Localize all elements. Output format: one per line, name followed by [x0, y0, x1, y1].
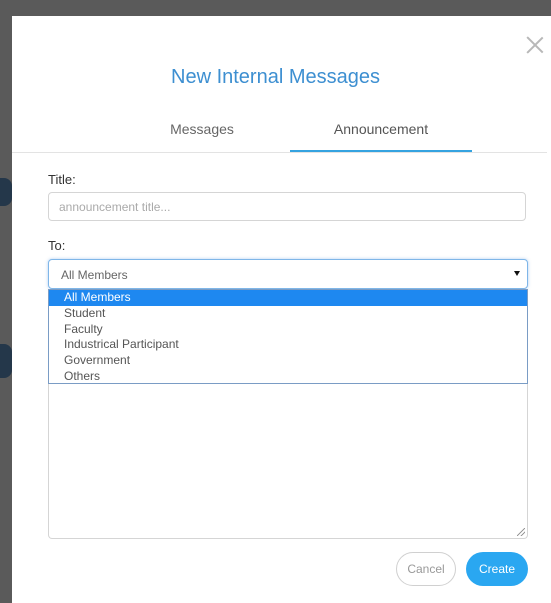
- option-all-members[interactable]: All Members: [49, 290, 527, 306]
- option-industrical-participant[interactable]: Industrical Participant: [49, 337, 527, 353]
- close-icon[interactable]: [526, 36, 544, 54]
- tab-announcement[interactable]: Announcement: [290, 121, 472, 151]
- dialog-title: New Internal Messages: [171, 66, 380, 88]
- recipient-select-value: All Members: [61, 268, 128, 282]
- option-faculty[interactable]: Faculty: [49, 322, 527, 338]
- recipient-dropdown-list: All Members Student Faculty Industrical …: [48, 289, 528, 384]
- backdrop-left: [0, 0, 12, 603]
- to-label: To:: [48, 238, 66, 253]
- tab-bar: Messages Announcement: [12, 116, 547, 153]
- recipient-select[interactable]: All Members: [48, 259, 528, 289]
- title-label: Title:: [48, 172, 76, 187]
- option-others[interactable]: Others: [49, 369, 527, 385]
- backdrop-top: [0, 0, 551, 16]
- backdrop-avatar-fragment: [0, 178, 12, 206]
- tab-messages[interactable]: Messages: [140, 121, 264, 151]
- cancel-button[interactable]: Cancel: [396, 552, 456, 586]
- option-government[interactable]: Government: [49, 353, 527, 369]
- backdrop-avatar-fragment: [0, 344, 12, 378]
- option-student[interactable]: Student: [49, 306, 527, 322]
- resize-handle-icon[interactable]: [517, 528, 525, 536]
- message-body-textarea[interactable]: [48, 384, 528, 539]
- dropdown-arrow-icon: [514, 271, 520, 276]
- active-tab-indicator: [290, 150, 472, 152]
- create-button[interactable]: Create: [466, 552, 528, 586]
- title-input[interactable]: [48, 192, 526, 221]
